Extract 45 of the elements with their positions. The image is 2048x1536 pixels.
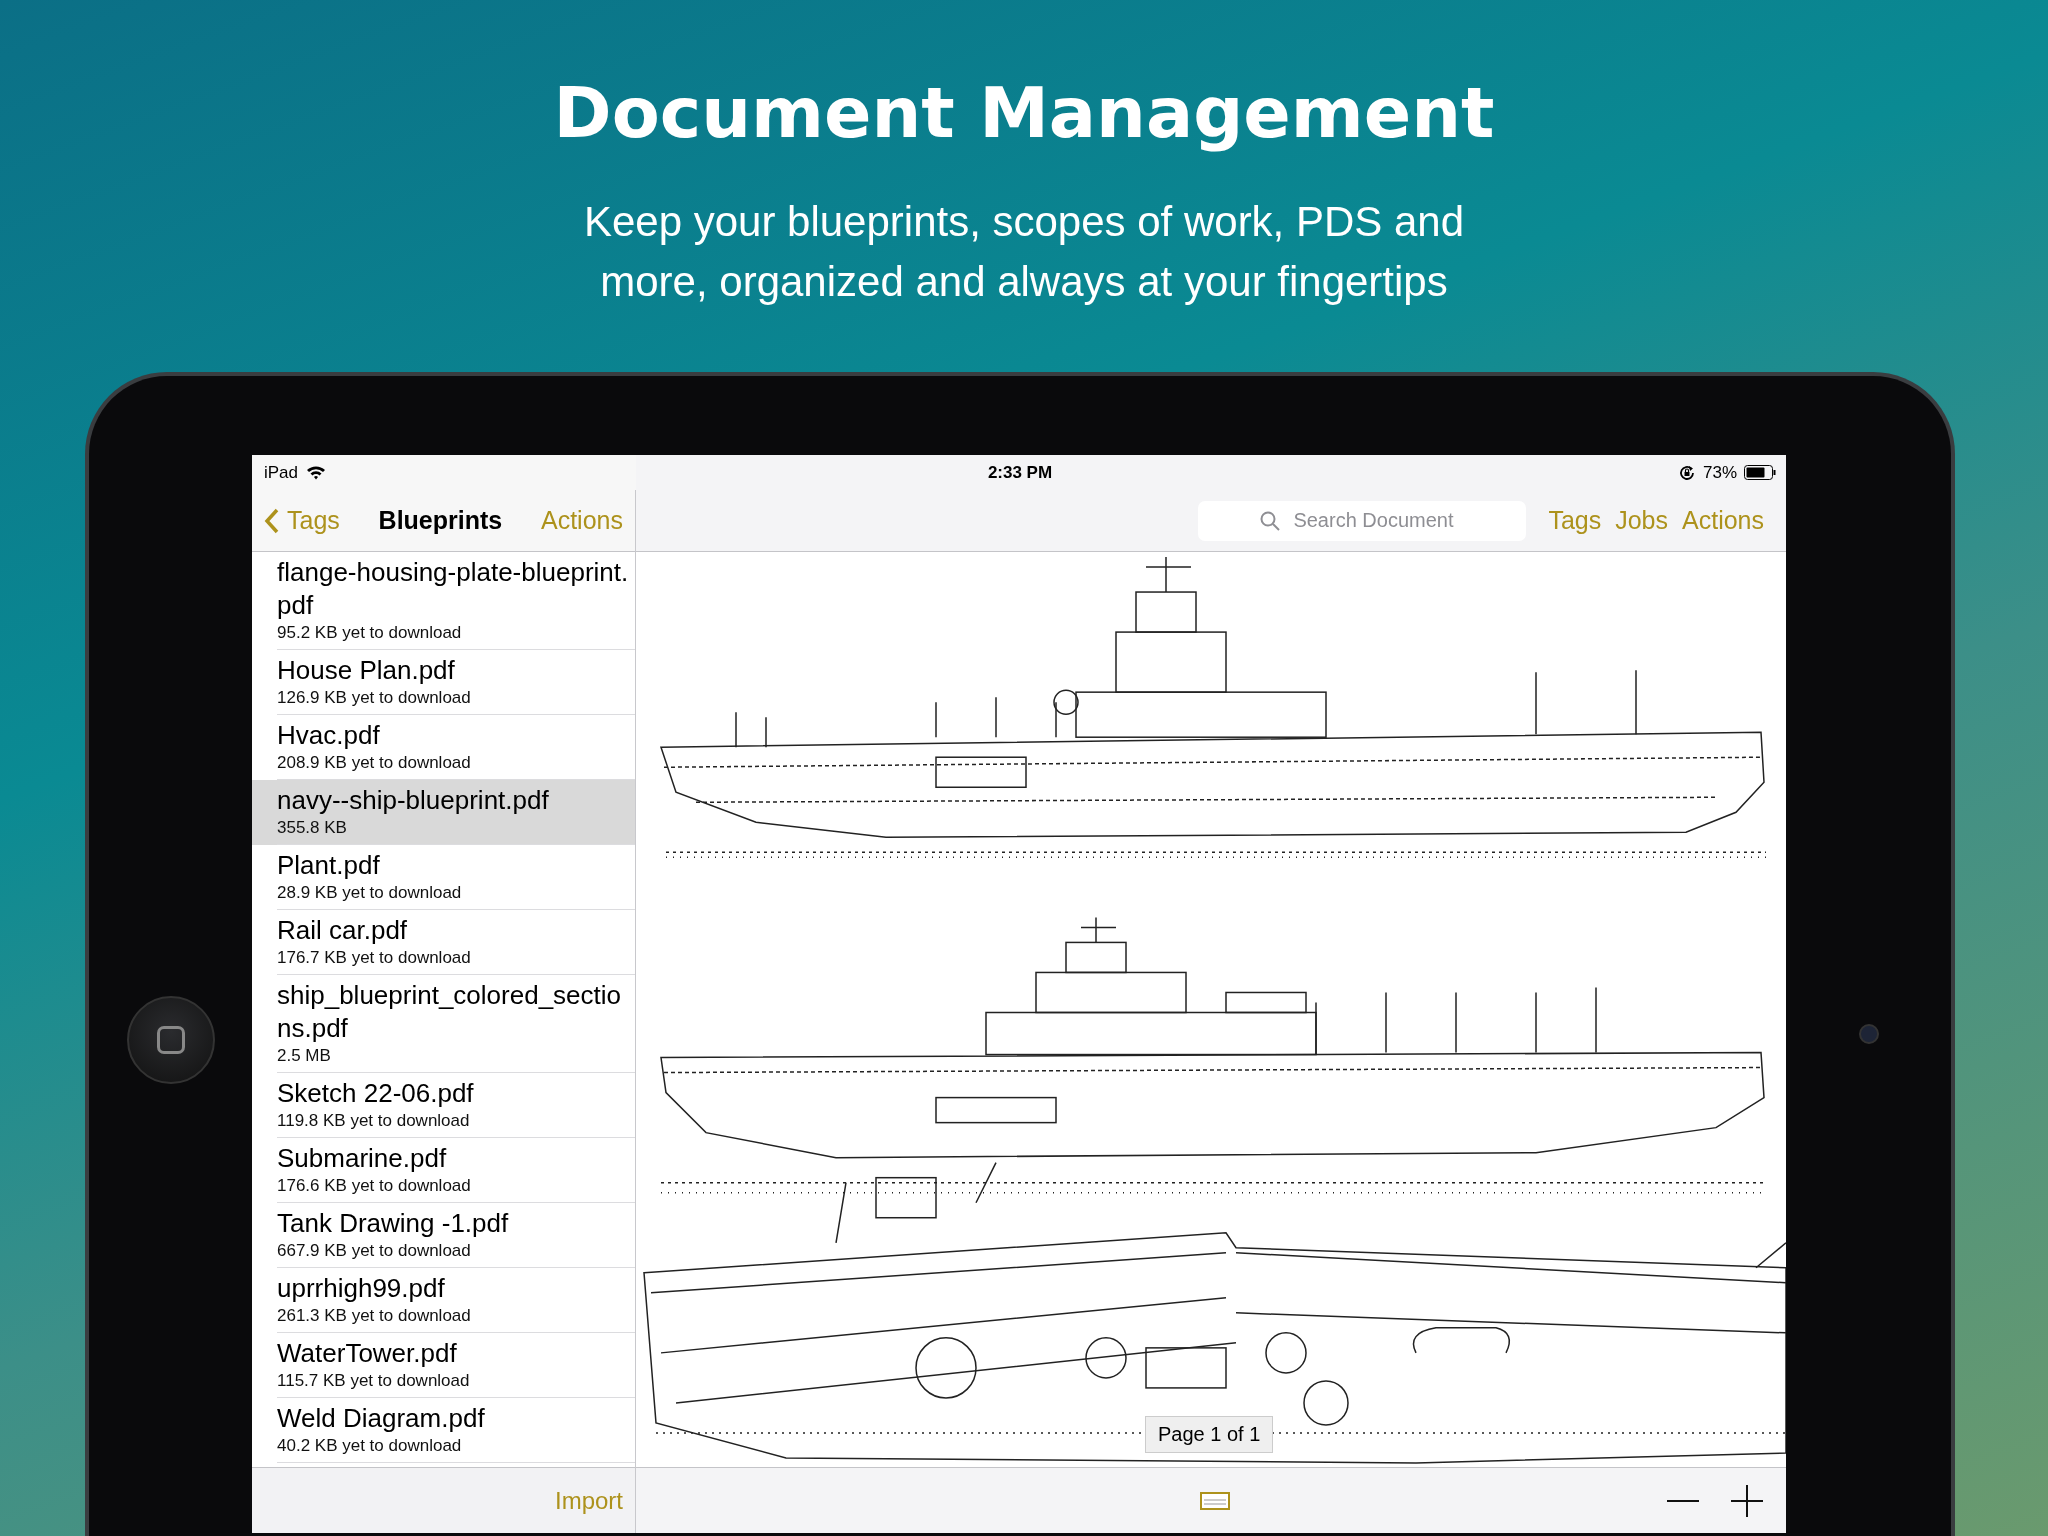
file-name: navy--ship-blueprint.pdf [277,784,550,817]
file-size: 119.8 KB yet to download [277,1110,471,1132]
file-size: 261.3 KB yet to download [277,1305,472,1327]
file-name: Tank Drawing -1.pdf [277,1207,510,1240]
file-name: uprrhigh99.pdf [277,1272,446,1305]
status-time: 2:33 PM [987,462,1053,483]
file-name: flange-housing-plate-blueprint.pdf [277,556,629,622]
file-list-item[interactable]: navy--ship-blueprint.pdf 355.8 KB [252,780,635,845]
rotation-lock-icon [1677,463,1696,482]
page-indicator: Page 1 of 1 [1145,1416,1274,1453]
subtitle: Keep your blueprints, scopes of work, PDS and more, organized and always at your fingertips [582,197,1466,307]
search-icon [1260,510,1281,531]
file-size: 115.7 KB yet to download [277,1370,471,1392]
file-name: Plant.pdf [277,849,381,882]
file-size: 2.5 MB [277,1045,332,1067]
file-size: 176.6 KB yet to download [277,1175,472,1197]
file-name: Hvac.pdf [277,719,381,752]
file-size: 208.9 KB yet to download [277,752,472,774]
file-name: House Plan.pdf [277,654,456,687]
plus-icon [1730,1483,1764,1518]
battery-icon [1744,465,1776,480]
file-name: Rail car.pdf [277,914,409,947]
camera-icon [1858,1024,1879,1044]
file-size: 667.9 KB yet to download [277,1240,472,1262]
file-size: 95.2 KB yet to download [277,622,463,644]
file-size: 176.7 KB yet to download [277,947,472,969]
file-name: Submarine.pdf [277,1142,448,1175]
device-name: iPad [264,462,299,483]
back-label: Tags [287,506,340,535]
file-size: 28.9 KB yet to download [277,882,463,904]
file-name: Weld Diagram.pdf [277,1402,486,1435]
search-field[interactable]: Search Document [1198,500,1527,541]
file-size: 40.2 KB yet to download [277,1435,463,1457]
headline: Document Management [553,72,1495,154]
file-name: ship_blueprint_colored_sections.pdf [277,979,622,1045]
file-size: 126.9 KB yet to download [277,687,472,709]
back-chevron-icon [264,507,279,534]
nav-title: Blueprints [378,506,503,535]
minus-icon [1666,1499,1700,1502]
wifi-icon [306,465,327,480]
file-name: WaterTower.pdf [277,1337,458,1370]
file-name: Sketch 22-06.pdf [277,1077,475,1110]
file-size: 355.8 KB [277,817,348,839]
battery-percent: 73% [1702,462,1737,483]
page-thumbnail-icon[interactable] [1200,1491,1230,1510]
